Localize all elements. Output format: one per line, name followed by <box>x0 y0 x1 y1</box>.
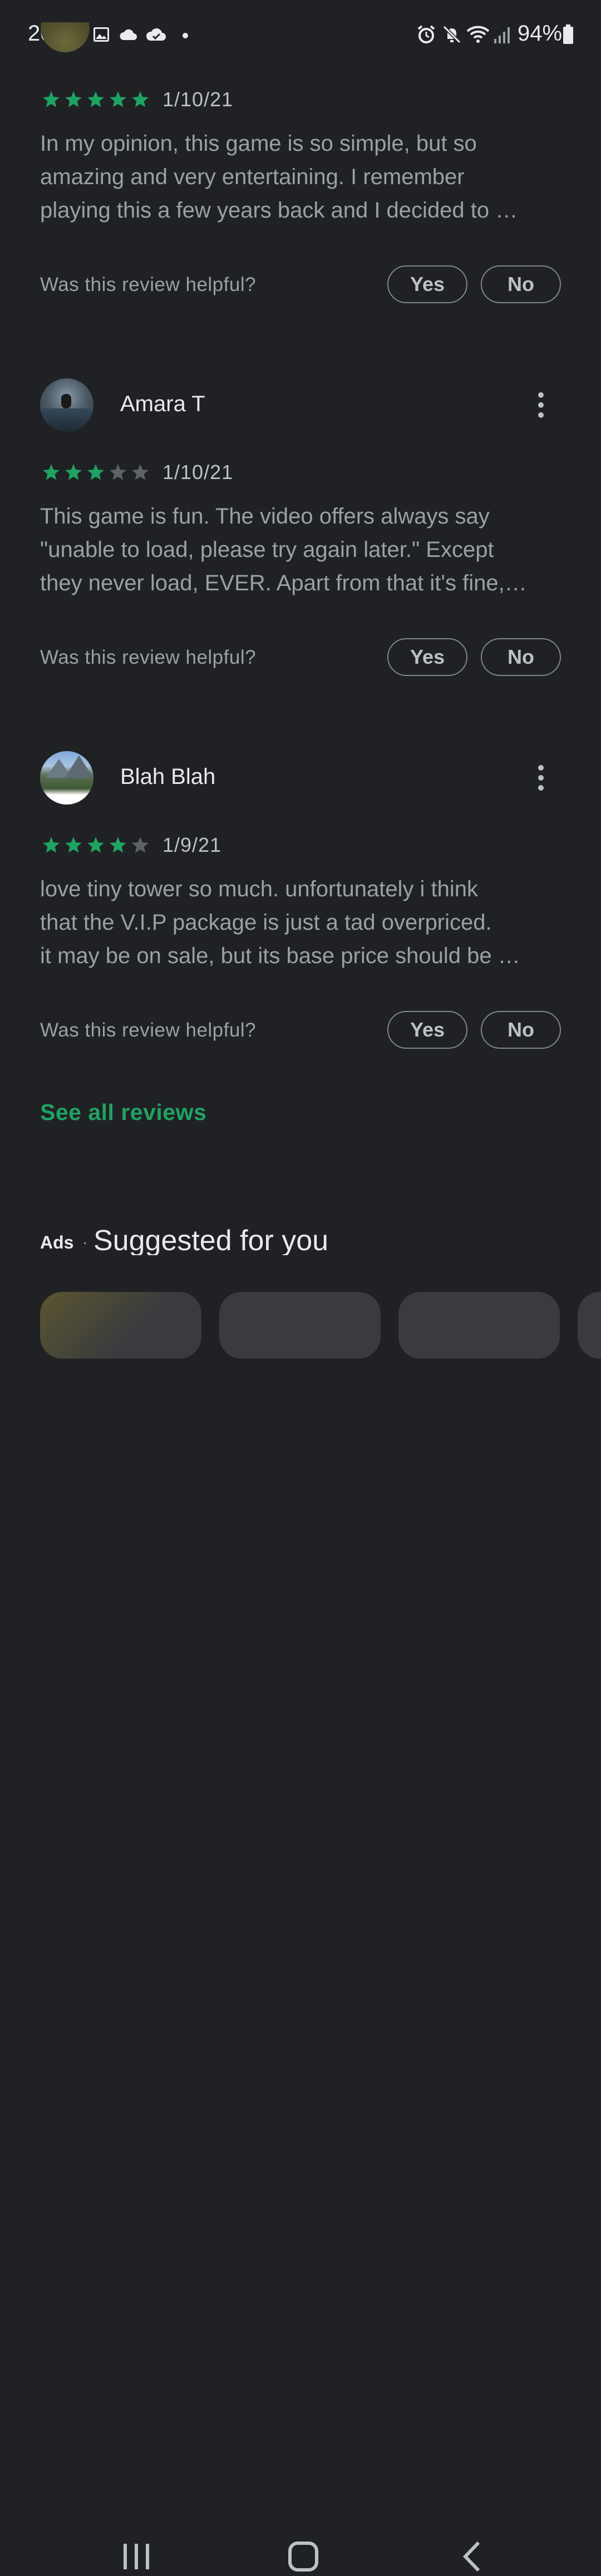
review-text-line: it may be on sale, but its base price sh… <box>40 944 520 968</box>
review-date: 1/9/21 <box>162 833 222 856</box>
star-filled-icon <box>132 91 149 107</box>
home-icon[interactable] <box>287 2537 321 2576</box>
helpful-question: Was this review helpful? <box>40 274 257 295</box>
separator-dot: · <box>82 1233 88 1251</box>
review-text-line: playing this a few years back and I deci… <box>40 198 518 223</box>
cloud-check-icon <box>146 28 166 41</box>
review-text-line: In my opinion, this game is so simple, b… <box>40 131 477 156</box>
status-bar: 20:44 94% <box>0 0 601 67</box>
helpful-no-button[interactable]: No <box>481 1011 561 1049</box>
battery-icon <box>563 24 573 44</box>
signal-icon <box>494 27 510 43</box>
recent-apps-icon[interactable] <box>121 2537 151 2576</box>
ads-label: Ads <box>40 1232 74 1252</box>
reviewer-avatar <box>41 22 90 57</box>
star-rating <box>40 836 151 855</box>
star-rating <box>40 463 151 482</box>
navigation-bar <box>0 1263 601 2572</box>
mute-icon <box>442 25 461 44</box>
helpful-yes-button[interactable]: Yes <box>387 1011 467 1049</box>
reviewer-avatar <box>40 378 93 432</box>
star-filled-icon <box>43 91 60 107</box>
star-rating <box>40 90 151 109</box>
star-filled-icon <box>65 837 82 853</box>
star-empty-icon <box>132 464 149 480</box>
review-date: 1/10/21 <box>162 88 234 111</box>
star-filled-icon <box>110 837 126 853</box>
wifi-icon <box>466 26 490 43</box>
star-empty-icon <box>132 837 149 853</box>
reviewer-avatar <box>40 751 93 805</box>
star-filled-icon <box>65 464 82 480</box>
dot-icon <box>183 33 188 38</box>
reviewer-name: Amara T <box>120 392 205 416</box>
review-text-line: love tiny tower so much. unfortunately i… <box>40 877 479 901</box>
star-filled-icon <box>43 464 60 480</box>
alarm-icon <box>417 25 435 43</box>
back-icon[interactable] <box>459 2537 484 2576</box>
star-filled-icon <box>87 837 104 853</box>
helpful-question: Was this review helpful? <box>40 1019 257 1041</box>
review-text[interactable]: This game is fun. The video offers alway… <box>40 500 563 600</box>
star-filled-icon <box>43 837 60 853</box>
helpful-no-button[interactable]: No <box>481 265 561 303</box>
cloud-icon <box>120 29 137 40</box>
helpful-question: Was this review helpful? <box>40 647 257 668</box>
image-icon <box>93 27 109 42</box>
star-empty-icon <box>110 464 126 480</box>
review-text-line: they never load, EVER. Apart from that i… <box>40 571 527 595</box>
star-filled-icon <box>87 464 104 480</box>
helpful-yes-button[interactable]: Yes <box>387 638 467 676</box>
review-text[interactable]: love tiny tower so much. unfortunately i… <box>40 872 563 973</box>
helpful-yes-button[interactable]: Yes <box>387 265 467 303</box>
review-text-line: This game is fun. The video offers alway… <box>40 504 490 529</box>
reviewer-name: Blah Blah <box>120 764 216 789</box>
review-text-line: "unable to load, please try again later.… <box>40 537 494 562</box>
star-filled-icon <box>65 91 82 107</box>
section-title: Suggested for you <box>93 1225 329 1255</box>
more-options-icon[interactable] <box>531 762 551 795</box>
star-filled-icon <box>87 91 104 107</box>
helpful-no-button[interactable]: No <box>481 638 561 676</box>
review-text[interactable]: In my opinion, this game is so simple, b… <box>40 127 563 227</box>
battery-percentage: 94% <box>518 21 563 46</box>
review-date: 1/10/21 <box>162 461 234 483</box>
see-all-reviews-link[interactable]: See all reviews <box>40 1099 206 1126</box>
star-filled-icon <box>110 91 126 107</box>
more-options-icon[interactable] <box>531 389 551 422</box>
review-text-line: amazing and very entertaining. I remembe… <box>40 165 465 189</box>
review-text-line: that the V.I.P package is just a tad ove… <box>40 910 492 935</box>
